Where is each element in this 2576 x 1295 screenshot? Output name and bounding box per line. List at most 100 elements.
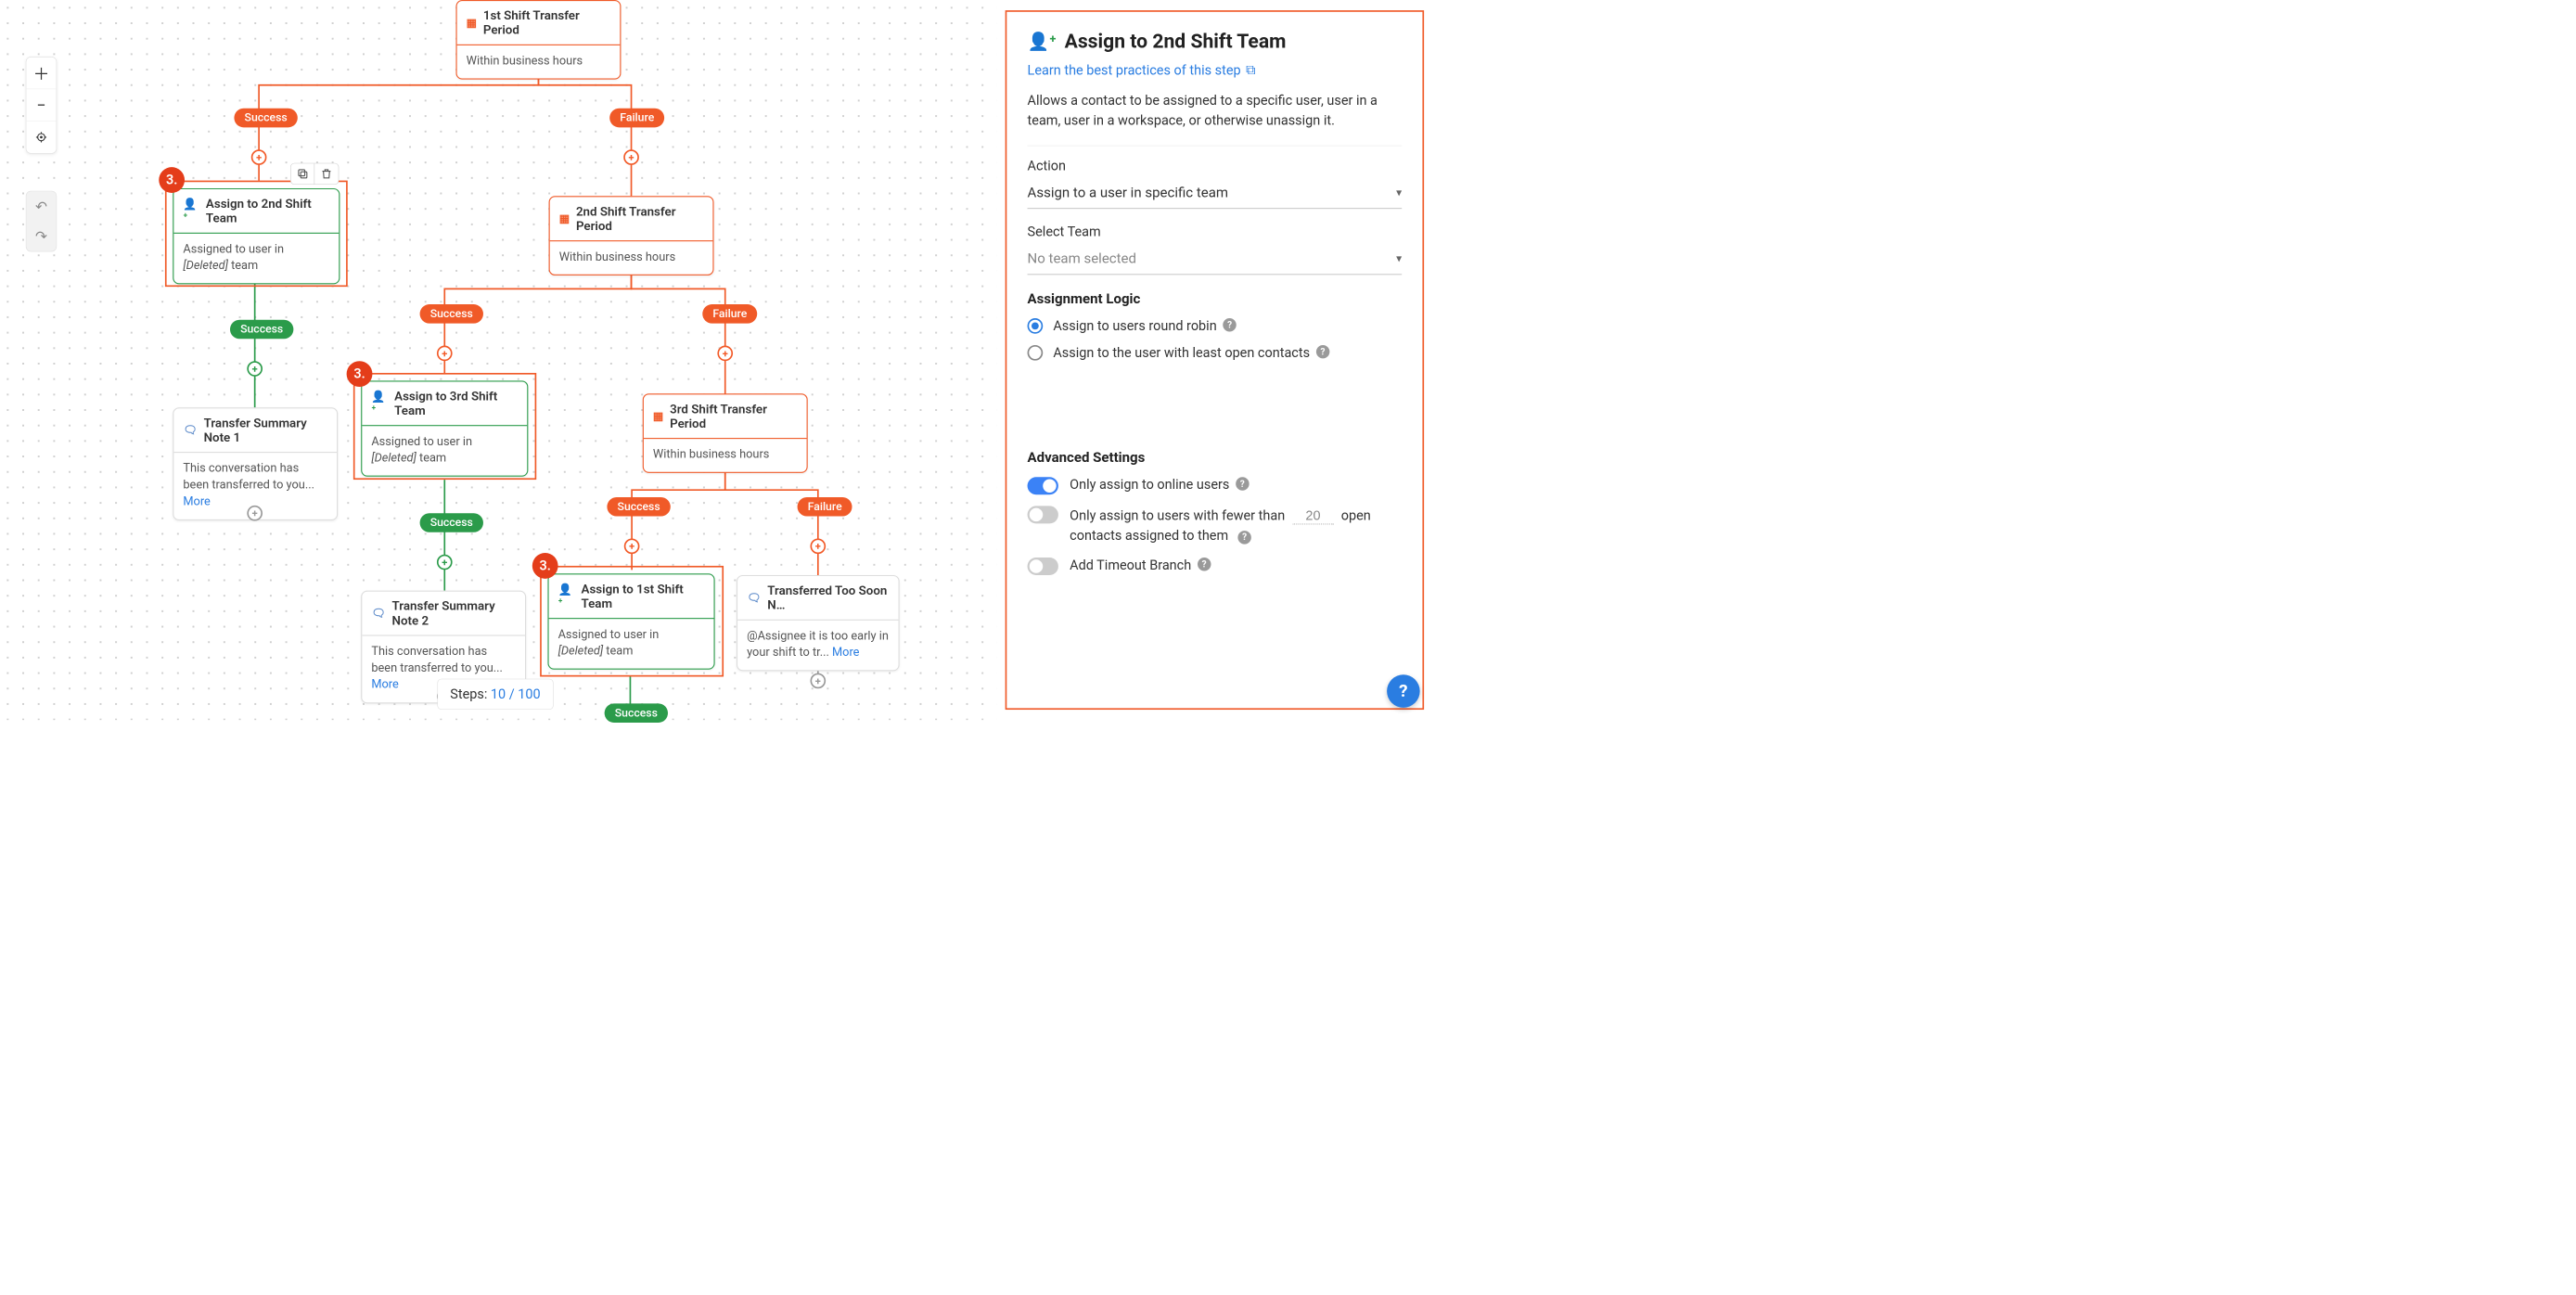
node-body: Assigned to user in [Deleted] team (362, 426, 527, 476)
zoom-in-button[interactable]: ＋ (26, 58, 56, 89)
add-step-button[interactable]: + (437, 346, 453, 362)
radio-input[interactable] (1028, 318, 1044, 334)
node-title: 2nd Shift Transfer Period (576, 204, 703, 233)
steps-counter: Steps: 10 / 100 (437, 679, 553, 710)
node-3rd-shift-transfer[interactable]: ▦3rd Shift Transfer Period Within busine… (643, 393, 808, 473)
advanced-settings-heading: Advanced Settings (1028, 449, 1403, 466)
fewer-than-input[interactable] (1292, 507, 1333, 524)
node-title: Assign to 2nd Shift Team (206, 197, 329, 225)
node-2nd-shift-transfer[interactable]: ▦ 2nd Shift Transfer Period Within busine… (549, 196, 714, 276)
assignment-logic-heading: Assignment Logic (1028, 290, 1403, 307)
branch-pill-success: Success (420, 304, 483, 324)
node-title: Assign to 1st Shift Team (582, 582, 705, 610)
branch-pill-success: Success (605, 703, 668, 723)
toggle-switch[interactable] (1028, 477, 1058, 494)
add-step-button[interactable]: + (247, 361, 263, 377)
learn-best-practices-link[interactable]: Learn the best practices of this step ⧉ (1028, 62, 1256, 78)
help-icon[interactable]: ? (1223, 318, 1236, 331)
node-actions (290, 163, 339, 185)
add-step-button[interactable]: + (810, 673, 826, 689)
note-icon: 🗨 (747, 591, 762, 604)
more-link[interactable]: More (371, 677, 398, 691)
undo-button[interactable]: ↶ (26, 191, 56, 221)
node-title: Transfer Summary Note 2 (392, 599, 516, 628)
external-link-icon: ⧉ (1246, 62, 1255, 78)
help-icon[interactable]: ? (1316, 345, 1329, 358)
more-link[interactable]: More (183, 494, 210, 508)
panel-description: Allows a contact to be assigned to a spe… (1028, 91, 1403, 131)
step-details-panel: 👤⁺ Assign to 2nd Shift Team Learn the be… (1006, 10, 1424, 710)
node-body: @Assignee it is too early in your shift … (737, 621, 898, 671)
node-body: Assigned to user in [Deleted] team (549, 619, 714, 669)
add-step-button[interactable]: + (717, 346, 733, 362)
node-title: 1st Shift Transfer Period (483, 8, 610, 37)
more-link[interactable]: More (832, 646, 859, 660)
node-body: Assigned to user in [Deleted] team (173, 234, 339, 284)
node-title: Transfer Summary Note 1 (204, 416, 327, 444)
help-icon[interactable]: ? (1198, 558, 1211, 571)
chevron-down-icon: ▾ (1396, 186, 1402, 199)
radio-least-open[interactable]: Assign to the user with least open conta… (1028, 345, 1403, 361)
user-assign-icon: 👤⁺ (1028, 32, 1057, 52)
node-1st-shift-transfer[interactable]: ▦1st Shift Transfer Period Within busine… (456, 0, 622, 80)
branch-pill-success: Success (607, 497, 670, 517)
calendar-icon: ▦ (559, 212, 570, 225)
step-number-badge: 3. (347, 361, 373, 387)
crosshair-icon (35, 131, 47, 143)
trash-icon (320, 168, 332, 180)
user-assign-icon: 👤⁺ (183, 199, 199, 224)
add-step-button[interactable]: + (437, 555, 453, 571)
note-icon: 🗨 (183, 424, 198, 437)
node-transferred-too-soon[interactable]: 🗨Transferred Too Soon N… @Assignee it is… (737, 575, 900, 672)
redo-button[interactable]: ↷ (26, 222, 56, 251)
toggle-switch[interactable] (1028, 506, 1058, 523)
add-step-button[interactable]: + (810, 538, 826, 554)
action-select[interactable]: Assign to a user in specific team ▾ (1028, 179, 1403, 209)
node-body: Within business hours (457, 45, 621, 79)
branch-pill-failure: Failure (798, 497, 852, 517)
team-label: Select Team (1028, 224, 1403, 240)
node-assign-3rd-shift[interactable]: 👤⁺Assign to 3rd Shift Team Assigned to u… (361, 380, 528, 477)
add-step-button[interactable]: + (251, 149, 267, 165)
step-number-badge: 3. (532, 553, 558, 579)
help-icon[interactable]: ? (1236, 477, 1249, 490)
node-body: Within business hours (644, 439, 807, 472)
toggle-timeout-branch: Add Timeout Branch ? (1028, 558, 1403, 575)
add-step-button[interactable]: + (247, 506, 263, 521)
radio-round-robin[interactable]: Assign to users round robin ? (1028, 318, 1403, 334)
toggle-switch[interactable] (1028, 558, 1058, 575)
chevron-down-icon: ▾ (1396, 252, 1402, 265)
add-step-button[interactable]: + (623, 149, 639, 165)
user-assign-icon: 👤⁺ (558, 583, 575, 609)
toggle-fewer-than: Only assign to users with fewer than ope… (1028, 506, 1403, 545)
branch-pill-success: Success (234, 109, 297, 128)
zoom-controls: ＋ − (26, 57, 57, 154)
zoom-out-button[interactable]: − (26, 89, 56, 121)
zoom-fit-button[interactable] (26, 122, 56, 153)
node-transfer-summary-1[interactable]: 🗨Transfer Summary Note 1 This conversati… (173, 407, 338, 520)
panel-title: 👤⁺ Assign to 2nd Shift Team (1028, 31, 1403, 53)
delete-button[interactable] (314, 163, 339, 184)
node-title: Assign to 3rd Shift Team (394, 389, 518, 417)
node-body: Within business hours (550, 241, 713, 275)
node-title: 3rd Shift Transfer Period (670, 402, 797, 430)
node-assign-2nd-shift[interactable]: 👤⁺ Assign to 2nd Shift Team Assigned to u… (173, 188, 340, 285)
step-number-badge: 3. (159, 167, 185, 193)
history-controls: ↶ ↷ (26, 191, 57, 252)
help-fab[interactable]: ? (1387, 674, 1420, 708)
divider (1028, 146, 1403, 147)
copy-icon (296, 168, 308, 180)
team-select[interactable]: No team selected ▾ (1028, 245, 1403, 275)
branch-pill-failure: Failure (609, 109, 664, 128)
toggle-only-online: Only assign to online users ? (1028, 477, 1403, 494)
add-step-button[interactable]: + (624, 538, 640, 554)
radio-input[interactable] (1028, 345, 1044, 361)
workflow-canvas[interactable]: ＋ − ↶ ↷ ▦1st Shift Transfer Period Withi… (0, 0, 997, 720)
node-assign-1st-shift[interactable]: 👤⁺ Assign to 1st Shift Team Assigned to u… (547, 573, 714, 670)
duplicate-button[interactable] (291, 163, 315, 184)
branch-pill-success: Success (230, 320, 293, 340)
branch-pill-success: Success (420, 513, 483, 532)
user-assign-icon: 👤⁺ (371, 391, 388, 417)
action-label: Action (1028, 159, 1403, 174)
help-icon[interactable]: ? (1237, 531, 1250, 544)
